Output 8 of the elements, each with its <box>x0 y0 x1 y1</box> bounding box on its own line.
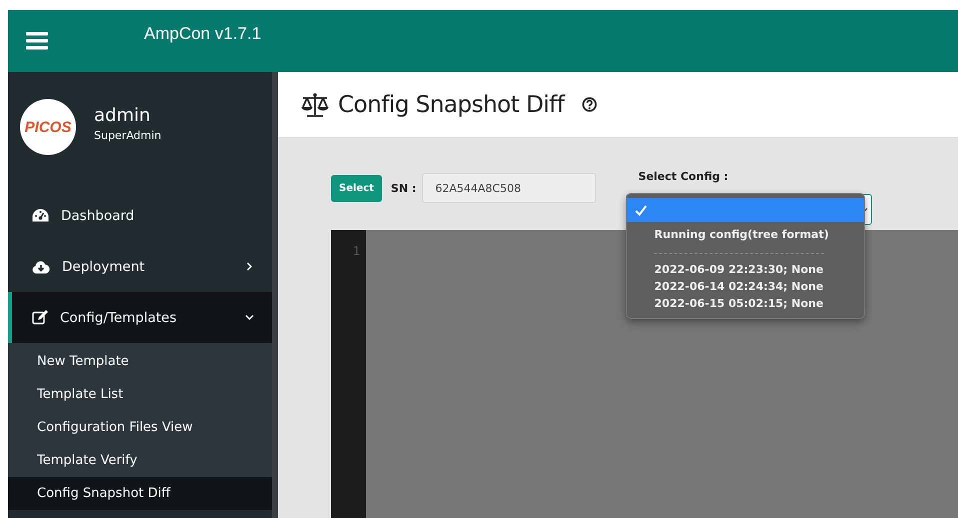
app-title: AmpCon v1.7.1 <box>144 24 262 44</box>
select-config-label: Select Config : <box>638 170 728 183</box>
page-title: Config Snapshot Diff <box>338 92 564 118</box>
user-role: SuperAdmin <box>94 128 162 142</box>
sn-label: SN : <box>390 182 416 194</box>
line-number: 1 <box>352 244 360 258</box>
logo-text: PICOS <box>24 118 72 136</box>
user-name: admin <box>94 104 152 126</box>
